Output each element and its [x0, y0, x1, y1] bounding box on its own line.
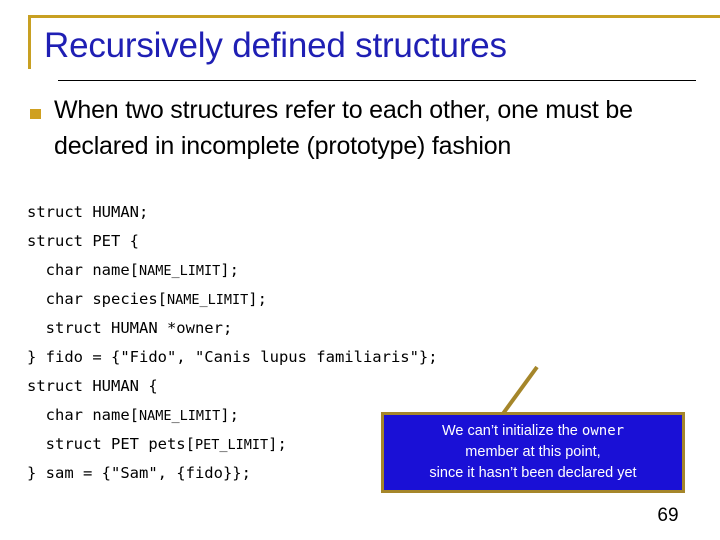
- code-text: struct HUMAN {: [27, 377, 158, 395]
- callout-line-1-text: We can’t initialize the: [441, 423, 582, 439]
- page-title: Recursively defined structures: [44, 26, 507, 65]
- code-identifier: NAME_LIMIT: [166, 292, 249, 308]
- bullet-list: When two structures refer to each other,…: [30, 92, 690, 164]
- square-bullet-icon: [30, 109, 41, 119]
- code-text: ];: [220, 261, 239, 279]
- callout-line-2: member at this point,: [465, 444, 601, 460]
- callout-code-owner: owner: [581, 423, 625, 439]
- bullet-text: When two structures refer to each other,…: [54, 96, 633, 160]
- code-text: } sam = {"Sam", {fido}};: [27, 464, 251, 482]
- code-line: char species[NAME_LIMIT];: [27, 285, 667, 314]
- code-line: struct HUMAN;: [27, 198, 667, 227]
- callout-line-3: since it hasn’t been declared yet: [429, 465, 637, 481]
- code-text: struct HUMAN *owner;: [27, 319, 233, 337]
- callout-leader-line: [500, 365, 539, 417]
- code-identifier: NAME_LIMIT: [138, 263, 221, 279]
- code-text: struct HUMAN;: [27, 203, 149, 221]
- code-text: struct PET {: [27, 232, 139, 250]
- callout-line-1: We can’t initialize the owner: [442, 421, 624, 442]
- callout-note: We can’t initialize the owner member at …: [381, 412, 685, 493]
- code-identifier: NAME_LIMIT: [138, 408, 221, 424]
- code-text: char name[: [27, 261, 139, 279]
- code-line: char name[NAME_LIMIT];: [27, 256, 667, 285]
- code-text: char name[: [27, 406, 139, 424]
- code-text: ];: [220, 406, 239, 424]
- code-line: struct PET {: [27, 227, 667, 256]
- code-text: } fido = {"Fido", "Canis lupus familiari…: [27, 348, 438, 366]
- title-left-gold-rule: [28, 15, 31, 69]
- list-item: When two structures refer to each other,…: [30, 92, 690, 164]
- title-top-gold-rule: [28, 15, 720, 18]
- code-text: char species[: [27, 290, 167, 308]
- title-divider: [58, 80, 696, 81]
- code-line: struct HUMAN *owner;: [27, 314, 667, 343]
- code-text: struct PET pets[: [27, 435, 195, 453]
- code-line: } fido = {"Fido", "Canis lupus familiari…: [27, 343, 667, 372]
- code-line: struct HUMAN {: [27, 372, 667, 401]
- code-identifier: PET_LIMIT: [194, 437, 269, 453]
- page-number: 69: [657, 505, 679, 526]
- code-text: ];: [248, 290, 267, 308]
- code-text: ];: [268, 435, 287, 453]
